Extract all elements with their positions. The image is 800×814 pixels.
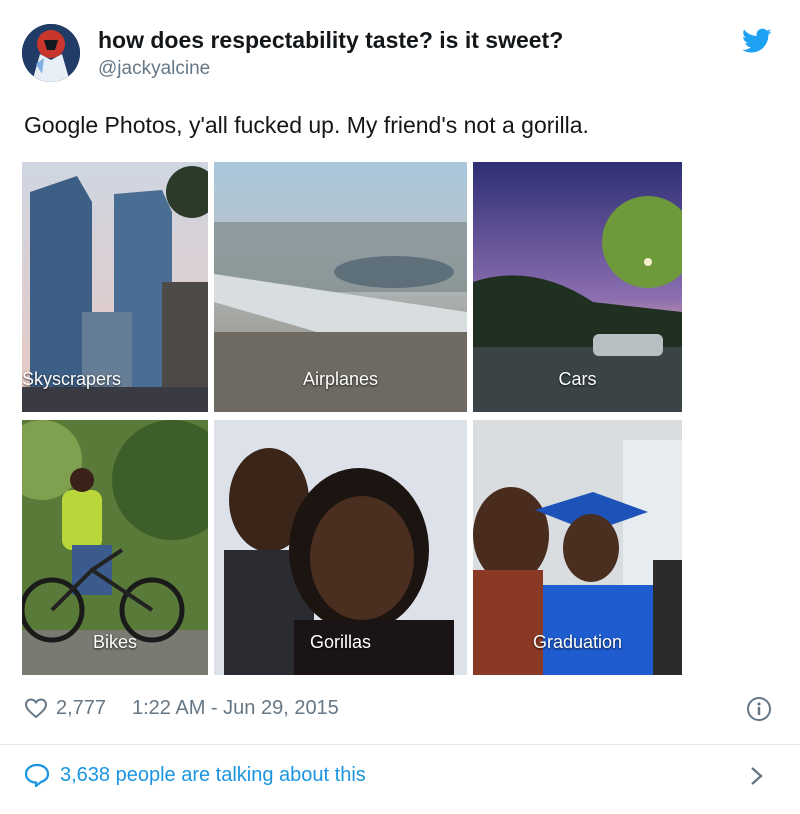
photo-label: Airplanes: [302, 369, 379, 389]
chevron-right-icon[interactable]: [748, 764, 766, 788]
comment-bubble-icon: [24, 763, 50, 787]
photo-label: Cars: [558, 369, 597, 389]
tweet-meta: 2,777 1:22 AM - Jun 29, 2015: [24, 694, 776, 726]
heart-icon[interactable]: [24, 696, 48, 720]
info-icon[interactable]: [746, 696, 772, 722]
photo-tile-bikes[interactable]: Bikes: [22, 420, 208, 675]
photo-tile-graduation[interactable]: Graduation: [473, 420, 682, 675]
display-name[interactable]: how does respectability taste? is it swe…: [98, 27, 563, 54]
divider: [0, 744, 800, 745]
photo-label: Skyscrapers: [22, 369, 122, 389]
tweet-header: how does respectability taste? is it swe…: [22, 22, 782, 86]
photo-tile-skyscrapers[interactable]: Skyscrapers: [22, 162, 208, 412]
photo-label: Bikes: [92, 632, 137, 652]
tweet-text: Google Photos, y'all fucked up. My frien…: [24, 112, 589, 138]
photo-tile-airplanes[interactable]: Airplanes: [214, 162, 467, 412]
photo-tile-gorillas[interactable]: Gorillas: [214, 420, 467, 675]
photo-label: Gorillas: [309, 632, 371, 652]
conversation-count[interactable]: 3,638 people are talking about this: [60, 764, 366, 787]
timestamp[interactable]: 1:22 AM - Jun 29, 2015: [132, 697, 339, 720]
photo-label: Graduation: [532, 632, 623, 652]
like-count[interactable]: 2,777: [56, 697, 106, 720]
twitter-bird-icon[interactable]: [742, 28, 772, 54]
avatar[interactable]: [22, 24, 80, 82]
photo-grid: Skyscrapers Airplanes Cars Bikes Gorilla…: [22, 162, 682, 675]
conversation-link[interactable]: 3,638 people are talking about this: [24, 760, 776, 792]
photo-tile-cars[interactable]: Cars: [473, 162, 682, 412]
user-handle[interactable]: @jackyalcine: [98, 58, 210, 80]
